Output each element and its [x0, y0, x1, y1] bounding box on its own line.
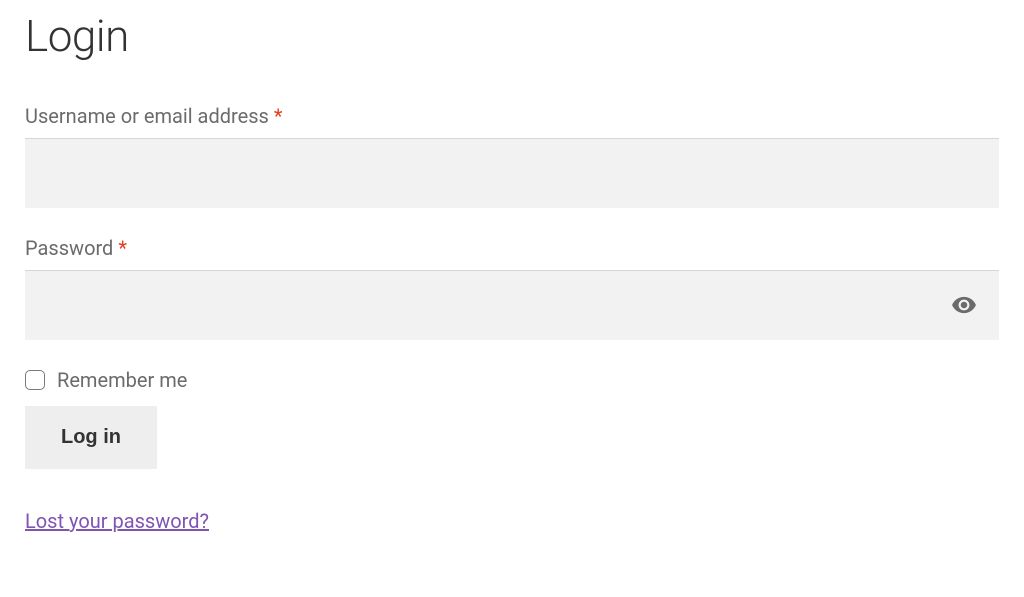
- password-input[interactable]: [25, 270, 999, 340]
- remember-label: Remember me: [57, 368, 187, 392]
- username-input[interactable]: [25, 138, 999, 208]
- required-indicator: *: [118, 236, 127, 260]
- username-row: Username or email address *: [25, 104, 999, 208]
- password-label: Password *: [25, 236, 999, 260]
- username-label-text: Username or email address: [25, 104, 274, 128]
- remember-row: Remember me: [25, 368, 999, 392]
- eye-icon: [951, 292, 977, 318]
- remember-checkbox[interactable]: [25, 370, 45, 390]
- required-indicator: *: [274, 104, 283, 128]
- lost-password-row: Lost your password?: [25, 509, 999, 533]
- username-label: Username or email address *: [25, 104, 999, 128]
- password-wrapper: [25, 270, 999, 340]
- login-button[interactable]: Log in: [25, 406, 157, 469]
- password-label-text: Password: [25, 236, 118, 260]
- page-title: Login: [25, 10, 999, 62]
- password-row: Password *: [25, 236, 999, 340]
- login-form: Username or email address * Password * R…: [25, 104, 999, 533]
- show-password-button[interactable]: [945, 286, 983, 324]
- lost-password-link[interactable]: Lost your password?: [25, 509, 209, 533]
